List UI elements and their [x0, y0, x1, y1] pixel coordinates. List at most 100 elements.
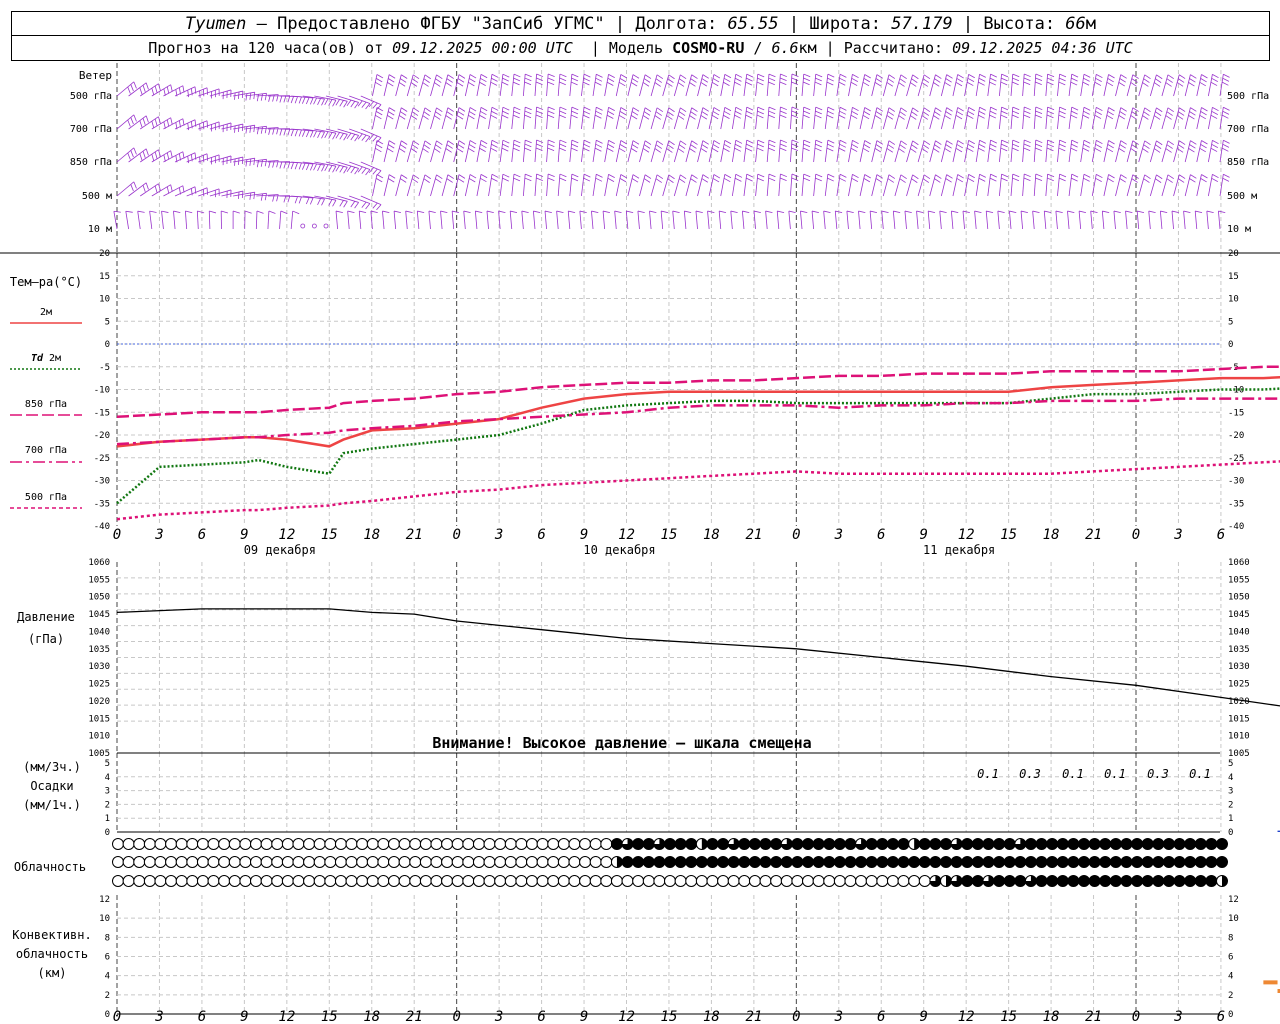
cloud-symbol: [759, 856, 772, 868]
cloud-circle: [1024, 856, 1037, 868]
cloud-symbol: [642, 856, 655, 868]
cloud-circle: [281, 838, 294, 850]
cloud-circle: [748, 838, 761, 850]
cloud-circle: [929, 856, 942, 868]
wind-barb-flag: [1118, 148, 1125, 153]
cloud-circle: [260, 838, 273, 850]
cloud-symbol: [738, 875, 751, 887]
cloud-symbol: [557, 838, 570, 850]
wind-barb-staff: [522, 140, 526, 163]
wind-barb-staff: [848, 74, 853, 97]
wind-barb-flag: [839, 110, 846, 115]
wind-barb-staff: [917, 107, 925, 130]
cloud-symbol: [706, 875, 719, 887]
cloud-circle: [133, 838, 146, 850]
wind-barb-flag: [533, 210, 541, 214]
wind-barb-staff: [639, 174, 646, 197]
wind-barb-staff: [940, 140, 947, 163]
cloud-circle: [133, 875, 146, 887]
cloud-symbol: [557, 875, 570, 887]
cloud-circle: [175, 875, 188, 887]
cloud-circle: [536, 838, 549, 850]
cloud-symbol: [218, 856, 231, 868]
wind-barb-flag: [713, 74, 721, 79]
wind-barb-flag: [1188, 115, 1195, 120]
wind-barb-staff: [731, 107, 737, 130]
wind-barb-staff: [1103, 107, 1109, 130]
cloud-circle: [472, 838, 485, 850]
wind-barb-flag: [934, 78, 941, 83]
wind-barb-staff: [940, 174, 947, 197]
cloud-symbol: [218, 838, 231, 850]
wind-barb-flag: [294, 96, 298, 104]
wind-barb-flag: [594, 147, 602, 152]
wind-barb-flag: [388, 178, 395, 183]
time-tick: 18: [363, 1009, 380, 1024]
cloud-symbol: [154, 838, 167, 850]
wind-barb: [418, 174, 431, 197]
wind-barb: [453, 74, 466, 97]
wind-barb: [569, 106, 579, 130]
wind-barb: [790, 106, 799, 130]
pressure-ytick-right: 1050: [1228, 593, 1250, 603]
wind-barb: [1138, 174, 1151, 197]
cloud-circle: [441, 875, 454, 887]
wind-barb-flag: [145, 115, 149, 123]
wind-barb-staff: [801, 140, 805, 163]
time-tick: 3: [1173, 527, 1182, 543]
wind-barb: [1033, 139, 1043, 163]
wind-barb-flag: [1001, 173, 1009, 178]
cloud-symbol: [472, 856, 485, 868]
wind-barb-flag: [955, 147, 963, 153]
cloud-circle: [897, 856, 910, 868]
wind-barb: [882, 140, 896, 163]
cloud-symbol: [398, 875, 411, 887]
cloud-symbol: [642, 875, 655, 887]
wind-barb-flag: [456, 82, 464, 87]
wind-barb-flag: [827, 173, 835, 178]
wind-barb-staff: [418, 107, 426, 130]
wind-barb-flag: [469, 78, 476, 83]
temp-ytick-left: -25: [94, 454, 110, 464]
wind-barb: [894, 74, 907, 97]
wind-barb: [116, 181, 137, 197]
pressure-warning: Внимание! Высокое давление – шкала смеще…: [432, 734, 811, 752]
wind-barb-flag: [321, 98, 325, 106]
cloud-circle: [886, 875, 899, 887]
time-tick: 21: [1085, 1009, 1102, 1024]
cloud-circle: [1162, 838, 1175, 850]
wind-barb: [604, 73, 615, 97]
wind-barb-staff: [987, 174, 991, 197]
wind-barb-staff: [430, 74, 437, 97]
wind-barb-flag: [559, 147, 566, 152]
wind-barb-staff: [801, 74, 805, 97]
cloud-symbol: [993, 875, 1006, 887]
wind-barb-flag: [1142, 148, 1149, 153]
wind-barb-staff: [720, 174, 726, 197]
wind-barb-flag: [734, 77, 742, 82]
precip-ytick-left: 4: [105, 773, 110, 783]
wind-barb-flag: [375, 111, 383, 116]
cloud-symbol: [154, 875, 167, 887]
wind-barb-flag: [335, 210, 343, 214]
wind-barb-flag: [568, 210, 576, 214]
precip-ytick-right: 3: [1228, 787, 1233, 797]
temp-legend-2m: 2м: [10, 307, 82, 324]
wind-barb-flag: [678, 78, 686, 83]
wind-barb: [116, 114, 137, 130]
wind-barb-flag: [956, 78, 964, 83]
wind-barb-flag: [966, 147, 974, 152]
cloud-symbol: [1014, 856, 1027, 868]
wind-barb-flag: [1083, 73, 1091, 78]
wind-barb-staff: [476, 174, 482, 197]
wind-barb: [940, 107, 953, 130]
wind-barb-staff: [360, 95, 382, 105]
wind-barb: [1080, 173, 1091, 197]
wind-barb-flag: [388, 174, 396, 179]
wind-barb-flag: [608, 106, 615, 112]
wind-barb-flag: [187, 90, 189, 98]
cloud-circle: [1109, 856, 1122, 868]
cloud-circle: [451, 838, 464, 850]
wind-barb-flag: [1024, 73, 1031, 78]
wind-barb: [788, 210, 796, 230]
